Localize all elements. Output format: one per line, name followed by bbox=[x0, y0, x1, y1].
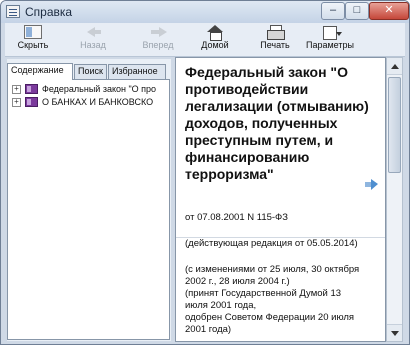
nav-tabs: Содержание Поиск Избранное bbox=[7, 63, 171, 80]
back-button[interactable]: Назад bbox=[73, 25, 113, 55]
minimize-button[interactable]: – bbox=[321, 2, 345, 20]
document-adopted-line-1: (принят Государственной Думой 13 bbox=[185, 288, 342, 299]
tree-item-label: Федеральный закон "О про bbox=[42, 84, 157, 94]
home-icon bbox=[206, 25, 224, 41]
hide-button[interactable]: Скрыть bbox=[11, 25, 55, 55]
tab-contents[interactable]: Содержание bbox=[7, 63, 73, 80]
close-button[interactable]: ✕ bbox=[369, 2, 409, 20]
scroll-up-button[interactable] bbox=[387, 58, 402, 75]
tab-favorites[interactable]: Избранное bbox=[108, 64, 166, 79]
forward-arrow-icon bbox=[149, 25, 167, 39]
back-label: Назад bbox=[80, 40, 106, 50]
window-title: Справка bbox=[25, 5, 73, 19]
print-label: Печать bbox=[260, 40, 290, 50]
document-changes-line-1: (с изменениями от 25 июля, 30 октября bbox=[185, 264, 360, 275]
maximize-button[interactable]: □ bbox=[345, 2, 369, 20]
document-approved-line-1: одобрен Советом Федерации 20 июля bbox=[185, 312, 355, 323]
title-bar[interactable]: Справка – □ ✕ bbox=[1, 1, 409, 23]
document-date: от 07.08.2001 N 115-ФЗ bbox=[185, 212, 289, 223]
tree-item-label: О БАНКАХ И БАНКОВСКО bbox=[42, 97, 154, 107]
next-topic-icon[interactable] bbox=[365, 179, 378, 190]
hide-pane-icon bbox=[24, 25, 42, 39]
contents-tree: + Федеральный закон "О про + О БАНКАХ И … bbox=[7, 79, 170, 340]
forward-label: Вперед bbox=[142, 40, 174, 50]
document-pane: Федеральный закон "О противодействии лег… bbox=[175, 57, 386, 342]
navigation-pane: Содержание Поиск Избранное + Федеральный… bbox=[7, 59, 171, 341]
document-adopted-line-2: июля 2001 года, bbox=[185, 300, 257, 311]
options-label: Параметры bbox=[306, 40, 354, 50]
home-button[interactable]: Домой bbox=[195, 25, 235, 55]
tab-search[interactable]: Поиск bbox=[74, 64, 107, 79]
help-app-icon bbox=[6, 5, 20, 18]
document-changes-line-2: 2002 г., 28 июля 2004 г.) bbox=[185, 276, 290, 287]
options-button[interactable]: Параметры bbox=[303, 25, 357, 55]
tree-item[interactable]: + Федеральный закон "О про bbox=[12, 83, 168, 95]
scroll-down-button[interactable] bbox=[387, 324, 402, 341]
help-window: Справка – □ ✕ Скрыть Назад Вперед Домой … bbox=[0, 0, 410, 345]
book-icon bbox=[25, 97, 38, 107]
vertical-scrollbar[interactable] bbox=[386, 57, 403, 342]
back-arrow-icon bbox=[84, 25, 102, 39]
print-button[interactable]: Печать bbox=[255, 25, 295, 55]
document-edition: (действующая редакция от 05.05.2014) bbox=[185, 238, 358, 249]
toolbar: Скрыть Назад Вперед Домой Печать Парамет… bbox=[5, 23, 405, 57]
tree-item[interactable]: + О БАНКАХ И БАНКОВСКО bbox=[12, 96, 168, 108]
book-icon bbox=[25, 84, 38, 94]
forward-button[interactable]: Вперед bbox=[133, 25, 183, 55]
printer-icon bbox=[266, 25, 285, 40]
expand-icon[interactable]: + bbox=[12, 98, 21, 107]
hide-label: Скрыть bbox=[17, 40, 49, 50]
expand-icon[interactable]: + bbox=[12, 85, 21, 94]
document-approved-line-2: 2001 года) bbox=[185, 324, 232, 335]
scrollbar-thumb[interactable] bbox=[388, 77, 401, 173]
options-icon bbox=[321, 25, 342, 40]
document-title: Федеральный закон "О противодействии лег… bbox=[185, 64, 369, 182]
home-label: Домой bbox=[201, 40, 229, 50]
